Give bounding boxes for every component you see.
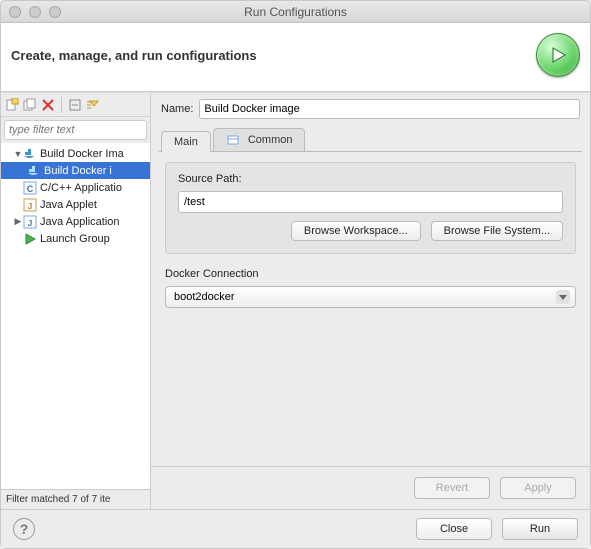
- name-label: Name:: [161, 103, 193, 115]
- docker-connection-section: Docker Connection boot2docker: [165, 268, 576, 308]
- source-path-input[interactable]: [178, 191, 563, 213]
- browse-filesystem-button[interactable]: Browse File System...: [431, 221, 563, 241]
- java-applet-icon: J: [23, 198, 37, 212]
- form-area: Source Path: Browse Workspace... Browse …: [151, 152, 590, 466]
- svg-text:J: J: [28, 202, 32, 211]
- tree-item-build-docker-image-type[interactable]: ▼ Build Docker Ima: [1, 145, 150, 162]
- run-configurations-window: Run Configurations Create, manage, and r…: [0, 0, 591, 549]
- tree-item-label: Launch Group: [40, 233, 110, 245]
- source-path-group: Source Path: Browse Workspace... Browse …: [165, 162, 576, 254]
- window-controls: [9, 6, 61, 18]
- disclosure-triangle-closed-icon[interactable]: ▶: [13, 216, 23, 227]
- revert-button[interactable]: Revert: [414, 477, 490, 499]
- docker-connection-select[interactable]: boot2docker: [165, 286, 576, 308]
- apply-button[interactable]: Apply: [500, 477, 576, 499]
- window-title: Run Configurations: [1, 5, 590, 19]
- header: Create, manage, and run configurations: [1, 23, 590, 92]
- name-input[interactable]: [199, 99, 580, 119]
- tree-item-label: Build Docker Ima: [40, 148, 124, 160]
- chevron-down-icon: [556, 290, 570, 304]
- footer-buttons: Close Run: [416, 518, 578, 540]
- duplicate-config-icon[interactable]: [23, 98, 37, 112]
- docker-icon: [27, 164, 41, 178]
- tree-item-cpp-application[interactable]: C C/C++ Applicatio: [1, 179, 150, 196]
- filter-box: [1, 117, 150, 143]
- svg-text:C: C: [27, 184, 34, 194]
- name-row: Name:: [151, 93, 590, 125]
- config-tree[interactable]: ▼ Build Docker Ima Build Docker i C C/C+…: [1, 143, 150, 489]
- svg-text:J: J: [28, 219, 32, 228]
- source-path-buttons: Browse Workspace... Browse File System..…: [178, 221, 563, 241]
- filter-icon[interactable]: [86, 98, 100, 112]
- source-path-label: Source Path:: [178, 173, 563, 185]
- tree-item-label: Java Application: [40, 216, 120, 228]
- sidebar-toolbar: [1, 93, 150, 117]
- launch-group-icon: [23, 232, 37, 246]
- delete-config-icon[interactable]: [41, 98, 55, 112]
- details-panel: Name: Main Common Source Path: Bro: [151, 93, 590, 509]
- tree-item-label: C/C++ Applicatio: [40, 182, 122, 194]
- filter-status: Filter matched 7 of 7 ite: [1, 489, 150, 509]
- run-button[interactable]: Run: [502, 518, 578, 540]
- c-app-icon: C: [23, 181, 37, 195]
- body: ▼ Build Docker Ima Build Docker i C C/C+…: [1, 92, 590, 509]
- tabbar: Main Common: [151, 125, 590, 151]
- tree-item-label: Build Docker i: [44, 165, 112, 177]
- common-tab-icon: [226, 133, 240, 147]
- tab-common[interactable]: Common: [213, 128, 306, 151]
- page-title: Create, manage, and run configurations: [11, 48, 257, 63]
- tab-main-label: Main: [174, 136, 198, 148]
- docker-connection-value: boot2docker: [174, 291, 235, 303]
- minimize-window-button[interactable]: [29, 6, 41, 18]
- close-window-button[interactable]: [9, 6, 21, 18]
- tree-item-launch-group[interactable]: Launch Group: [1, 230, 150, 247]
- docker-icon: [23, 147, 37, 161]
- tree-item-label: Java Applet: [40, 199, 97, 211]
- tab-common-label: Common: [248, 134, 293, 146]
- java-app-icon: J: [23, 215, 37, 229]
- disclosure-triangle-open-icon[interactable]: ▼: [13, 149, 23, 159]
- tree-item-java-application[interactable]: ▶ J Java Application: [1, 213, 150, 230]
- run-icon: [536, 33, 580, 77]
- sidebar: ▼ Build Docker Ima Build Docker i C C/C+…: [1, 93, 151, 509]
- footer: ? Close Run: [1, 509, 590, 548]
- zoom-window-button[interactable]: [49, 6, 61, 18]
- toolbar-separator: [61, 97, 62, 113]
- docker-connection-label: Docker Connection: [165, 268, 576, 280]
- revert-apply-row: Revert Apply: [151, 466, 590, 509]
- close-button[interactable]: Close: [416, 518, 492, 540]
- new-config-icon[interactable]: [5, 98, 19, 112]
- tab-main[interactable]: Main: [161, 131, 211, 152]
- help-icon[interactable]: ?: [13, 518, 35, 540]
- tree-item-java-applet[interactable]: J Java Applet: [1, 196, 150, 213]
- collapse-all-icon[interactable]: [68, 98, 82, 112]
- titlebar: Run Configurations: [1, 1, 590, 23]
- tree-item-build-docker-image[interactable]: Build Docker i: [1, 162, 150, 179]
- browse-workspace-button[interactable]: Browse Workspace...: [291, 221, 421, 241]
- filter-input[interactable]: [4, 120, 147, 140]
